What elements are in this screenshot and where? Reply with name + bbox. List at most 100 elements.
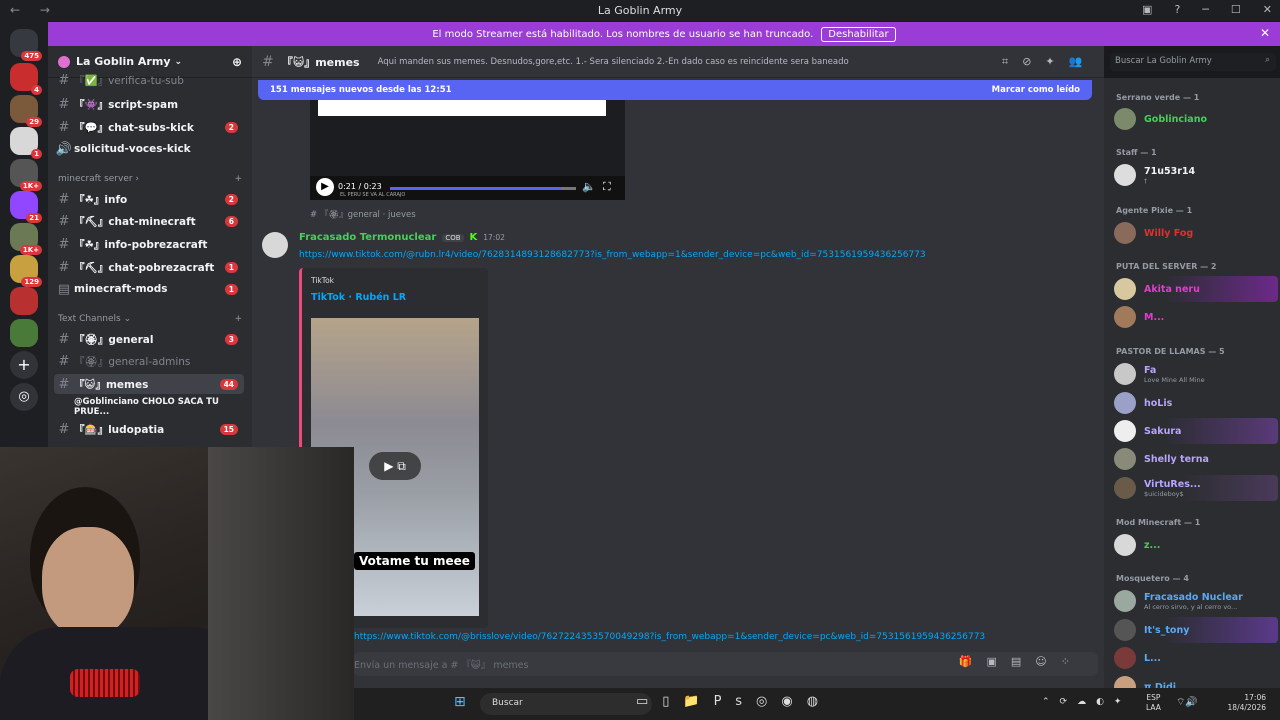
channel-info-pobrezacraft[interactable]: # 『☘』info-pobrezacraft: [54, 234, 244, 254]
member-item[interactable]: Goblinciano: [1114, 106, 1278, 132]
channel-solicitud-voces[interactable]: 🔊 solicitud-voces-kick: [54, 139, 244, 159]
disable-streamer-button[interactable]: Deshabilitar: [821, 26, 896, 42]
message-link[interactable]: https://www.tiktok.com/@rubn.lr4/video/7…: [299, 250, 926, 260]
server-icon[interactable]: 1K+: [10, 223, 42, 255]
dm-home-icon[interactable]: 475: [10, 29, 42, 61]
server-icon[interactable]: 29: [10, 95, 42, 127]
member-name: Willy Fog: [1144, 227, 1194, 239]
member-item[interactable]: 71u53r14 †: [1114, 162, 1278, 188]
maximize-button[interactable]: ☐: [1231, 3, 1241, 16]
network-volume-icons[interactable]: ⌔🔊: [1176, 696, 1198, 709]
badge: 4: [31, 85, 42, 95]
category-text-channels[interactable]: Text Channels ⌄ +: [58, 314, 242, 324]
server-icon[interactable]: 1: [10, 127, 42, 159]
member-item[interactable]: VirtuRes... $uicideboy$: [1114, 475, 1278, 501]
message-input[interactable]: Envía un mensaje a # 『😺』 memes 🎁▣▤☺⁘: [354, 652, 1098, 676]
header-tools-icons[interactable]: ⌗⊘✦👥: [1002, 55, 1096, 69]
member-item[interactable]: Shelly terna: [1114, 446, 1278, 472]
progress-bar[interactable]: [390, 187, 576, 190]
member-name: z...: [1144, 539, 1161, 551]
server-search-input[interactable]: Buscar La Goblin Army ⌕: [1110, 53, 1276, 71]
close-window-button[interactable]: ✕: [1263, 3, 1272, 16]
member-item[interactable]: M...: [1114, 304, 1278, 330]
video-embed[interactable]: ▶ 0:21 / 0:23 🔈 ⛶ EL PERU SE VA AL CARAJ…: [310, 100, 625, 200]
person-face: [42, 527, 134, 637]
channel-general[interactable]: # 『🏵』general 3: [54, 329, 244, 349]
tray-icons[interactable]: ⌃⟳☁◐✦: [1042, 697, 1131, 707]
input-tools-icons[interactable]: 🎁▣▤☺⁘: [959, 655, 1084, 668]
minimize-button[interactable]: ─: [1202, 3, 1209, 16]
category-label: Text Channels: [58, 314, 121, 324]
channel-chat-minecraft[interactable]: # 『⛏』chat-minecraft 6: [54, 211, 244, 231]
server-icon[interactable]: [10, 287, 38, 315]
play-icon[interactable]: ▶: [316, 178, 334, 196]
message-author[interactable]: Fracasado Termonuclear: [299, 232, 436, 243]
help-icon[interactable]: ?: [1174, 3, 1180, 16]
channel-verifica[interactable]: # 『✅』verifica-tu-sub: [54, 70, 244, 90]
twitch-server-icon[interactable]: 21: [10, 191, 42, 223]
volume-icon[interactable]: 🔈: [582, 180, 596, 193]
category-minecraft[interactable]: minecraft server › +: [58, 174, 242, 184]
new-messages-bar[interactable]: 151 mensajes nuevos desde las 12:51 Marc…: [258, 80, 1092, 100]
taskbar-apps-icons[interactable]: ▭▯📁Ps◎◉◍: [636, 694, 832, 709]
member-item[interactable]: hoLis: [1114, 390, 1278, 416]
thread-reference[interactable]: # 『🏵』general · jueves: [310, 208, 416, 220]
window-titlebar: ← → La Goblin Army ▣ ? ─ ☐ ✕: [0, 0, 1280, 21]
add-channel-icon[interactable]: +: [234, 174, 242, 184]
role-header: Mod Minecraft — 1: [1116, 518, 1201, 527]
hash-icon: #: [58, 213, 70, 229]
server-icon[interactable]: 1K+: [10, 159, 42, 191]
role-header: Staff — 1: [1116, 148, 1157, 157]
windows-start-icon[interactable]: ⊞: [454, 694, 466, 710]
guild-name: La Goblin Army: [76, 55, 171, 68]
channel-general-admins[interactable]: # 『🏵』general-admins: [54, 351, 244, 371]
badge: 1K+: [19, 181, 42, 191]
mark-read-button[interactable]: Marcar como leído: [992, 85, 1080, 95]
role-header: PASTOR DE LLAMAS — 5: [1116, 347, 1225, 356]
channel-chat-subs-kick[interactable]: # 『💬』chat-subs-kick 2: [54, 117, 244, 137]
member-item[interactable]: Willy Fog: [1114, 220, 1278, 246]
channel-chat-pobrezacraft[interactable]: # 『⛏』chat-pobrezacraft 1: [54, 257, 244, 277]
taskbar-search[interactable]: Buscar: [480, 693, 652, 715]
server-icon[interactable]: 4: [10, 63, 42, 95]
badge: 1: [31, 149, 42, 159]
member-name: It's_tony: [1144, 624, 1190, 636]
member-item[interactable]: Sakura: [1114, 418, 1278, 444]
channel-ludopatia[interactable]: # 『🎰』ludopatia 15: [54, 419, 244, 439]
member-item[interactable]: Fa Love Mine All Mine: [1114, 361, 1278, 387]
hash-icon: #: [58, 331, 70, 347]
play-icon[interactable]: ▶ ⧉: [369, 452, 421, 480]
member-item[interactable]: Akita neru: [1114, 276, 1278, 302]
member-item[interactable]: Fracasado Nuclear Al cerro sirvo, y al ce…: [1114, 588, 1278, 614]
member-name: Fa: [1144, 364, 1157, 376]
fullscreen-icon[interactable]: ⛶: [603, 180, 611, 194]
channel-info[interactable]: # 『☘』info 2: [54, 189, 244, 209]
thread-goblinciano[interactable]: @Goblinciano CHOLO SACA TU PRUE...: [74, 397, 244, 417]
server-icon[interactable]: [10, 319, 38, 347]
server-icon[interactable]: 129: [10, 255, 42, 287]
member-item[interactable]: z...: [1114, 532, 1278, 558]
channel-minecraft-mods[interactable]: ▤ minecraft-mods 1: [54, 279, 244, 299]
avatar[interactable]: [262, 232, 288, 258]
clock[interactable]: 17:06 18/4/2026: [1210, 693, 1266, 713]
member-item[interactable]: L...: [1114, 645, 1278, 671]
discover-icon[interactable]: ◎: [10, 383, 38, 411]
channel-memes[interactable]: # 『😺』memes 44: [54, 374, 244, 394]
channel-label: 『⛏』chat-minecraft: [74, 215, 196, 228]
channel-topic[interactable]: Aqui manden sus memes. Desnudos,gore,etc…: [378, 57, 849, 67]
add-server-icon[interactable]: +: [10, 351, 38, 379]
inbox-icon[interactable]: ▣: [1142, 3, 1152, 16]
channel-script-spam[interactable]: # 『👾』script-spam: [54, 94, 244, 114]
language-indicator[interactable]: ESP LAA: [1146, 693, 1161, 713]
windows-taskbar: ⊞ Buscar ▭▯📁Ps◎◉◍ ⌃⟳☁◐✦ ESP LAA ⌔🔊 17:06 1…: [354, 688, 1280, 720]
embed-title[interactable]: TikTok · Rubén LR: [311, 292, 406, 303]
member-item[interactable]: It's_tony: [1114, 617, 1278, 643]
add-channel-icon[interactable]: +: [234, 314, 242, 324]
channel-label: 『☘』info-pobrezacraft: [74, 238, 208, 251]
avatar: [1114, 448, 1136, 470]
search-placeholder: Buscar La Goblin Army: [1115, 56, 1212, 66]
message-link-2[interactable]: https://www.tiktok.com/@brisslove/video/…: [354, 632, 985, 642]
member-name: Akita neru: [1144, 283, 1200, 295]
add-member-icon[interactable]: ⊕: [232, 55, 242, 69]
banner-close-icon[interactable]: ✕: [1260, 26, 1270, 40]
